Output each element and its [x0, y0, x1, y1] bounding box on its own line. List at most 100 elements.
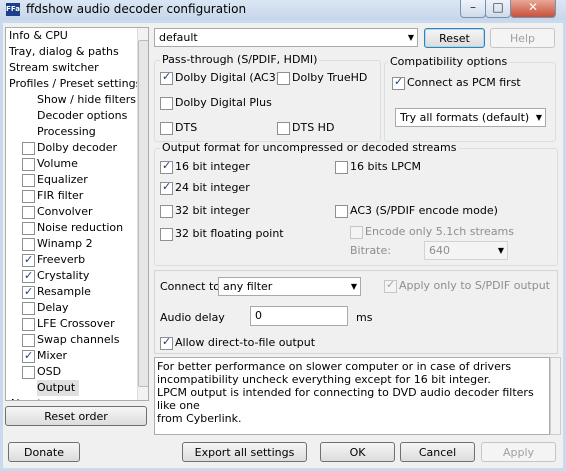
audio-delay-label: Audio delay	[160, 311, 225, 324]
bitrate-select[interactable]: 640 ▼	[424, 241, 508, 260]
tree-item-checkbox[interactable]	[22, 222, 35, 235]
tree-item-label: About	[9, 396, 46, 400]
preset-select[interactable]: default ▼	[154, 28, 418, 47]
reset-order-button[interactable]: Reset order	[5, 406, 147, 426]
connect-to-value: any filter	[223, 280, 273, 293]
spdif-only-checkbox[interactable]	[384, 278, 397, 293]
tree-item-label: LFE Crossover	[37, 317, 115, 330]
tree-item-checkbox[interactable]	[22, 268, 35, 284]
formats-select[interactable]: Try all formats (default) ▼	[395, 108, 546, 127]
tree-item-checkbox[interactable]	[22, 318, 35, 331]
tree-item-label: Crystality	[37, 269, 90, 282]
tree-item-checkbox[interactable]	[22, 206, 35, 219]
ac3-encode-checkbox[interactable]	[335, 205, 348, 218]
ok-button[interactable]: OK	[320, 442, 395, 462]
preset-value: default	[159, 31, 198, 44]
tree-item-checkbox[interactable]	[22, 366, 35, 379]
dts-hd-label: DTS HD	[292, 121, 335, 134]
tree-item-label: Volume	[37, 157, 78, 170]
tree-item-checkbox[interactable]	[22, 174, 35, 187]
info-text-box: For better performance on slower compute…	[154, 357, 550, 435]
dts-label: DTS	[175, 121, 198, 134]
int32-checkbox[interactable]	[160, 205, 173, 218]
ac3-encode-label: AC3 (S/PDIF encode mode)	[350, 204, 498, 217]
tree-item-checkbox[interactable]	[22, 142, 35, 155]
chevron-down-icon: ▼	[350, 282, 357, 291]
tree-scroll-thumb[interactable]	[138, 40, 148, 387]
encode-51-label: Encode only 5.1ch streams	[365, 225, 514, 238]
settings-tree[interactable]: Info & CPU Tray, dialog & paths Stream swi…	[5, 27, 149, 401]
tree-item-label: Dolby decoder	[37, 141, 118, 154]
tree-item-label: Output	[37, 380, 80, 396]
cancel-button[interactable]: Cancel	[400, 442, 475, 462]
info-line: incompatibility uncheck everything excep…	[157, 373, 491, 386]
info-line: from Cyberlink.	[157, 412, 242, 425]
tree-item-checkbox[interactable]	[22, 238, 35, 251]
tree-item-checkbox[interactable]	[22, 190, 35, 203]
tree-item-label: Resample	[37, 285, 91, 298]
int24-checkbox[interactable]	[160, 180, 173, 195]
dolby-truehd-label: Dolby TrueHD	[292, 71, 368, 84]
reset-button[interactable]: Reset	[424, 28, 485, 48]
int24-label: 24 bit integer	[175, 181, 250, 194]
apply-button[interactable]: Apply	[481, 442, 556, 462]
spdif-only-label: Apply only to S/PDIF output	[399, 279, 550, 292]
encode-51-checkbox[interactable]	[350, 226, 363, 239]
formats-value: Try all formats (default)	[400, 111, 530, 124]
chevron-down-icon: ▼	[407, 33, 414, 42]
direct-file-checkbox[interactable]	[160, 335, 173, 350]
tree-item-checkbox[interactable]	[22, 284, 35, 300]
connect-to-select[interactable]: any filter ▼	[218, 277, 361, 296]
donate-button[interactable]: Donate	[8, 442, 80, 462]
lpcm16-checkbox[interactable]	[335, 161, 348, 174]
dts-checkbox[interactable]	[160, 122, 173, 135]
connect-pcm-label: Connect as PCM first	[407, 76, 521, 89]
help-button[interactable]: Help	[490, 28, 555, 48]
compat-title: Compatibility options	[388, 55, 510, 68]
bitrate-value: 640	[429, 244, 450, 257]
tree-item-checkbox[interactable]	[22, 334, 35, 347]
tree-item-label: Mixer	[37, 349, 68, 362]
audio-delay-unit: ms	[356, 311, 373, 324]
dolby-digital-checkbox[interactable]	[160, 70, 173, 85]
tree-item-checkbox[interactable]	[22, 302, 35, 315]
connect-to-label: Connect to:	[160, 280, 224, 293]
dolby-truehd-checkbox[interactable]	[277, 72, 290, 85]
int32-label: 32 bit integer	[175, 204, 250, 217]
maximize-button[interactable]: □	[485, 0, 511, 18]
dts-hd-checkbox[interactable]	[277, 122, 290, 135]
tree-item-label: Profiles / Preset settings	[9, 77, 142, 90]
dolby-digital-plus-checkbox[interactable]	[160, 97, 173, 110]
connect-pcm-checkbox[interactable]	[392, 75, 405, 90]
float32-checkbox[interactable]	[160, 228, 173, 241]
info-line: For better performance on slower compute…	[157, 360, 512, 373]
dolby-digital-plus-label: Dolby Digital Plus	[175, 96, 272, 109]
tree-item-label: Noise reduction	[37, 221, 124, 234]
tree-item-label: Info & CPU	[9, 29, 68, 42]
window-title: ffdshow audio decoder configuration	[26, 2, 247, 16]
lpcm16-label: 16 bits LPCM	[350, 160, 422, 173]
tree-item-label: Processing	[37, 125, 96, 138]
int16-label: 16 bit integer	[175, 160, 250, 173]
tree-item-checkbox[interactable]	[22, 158, 35, 171]
tree-item-label: Decoder options	[37, 109, 128, 122]
info-scrollbar[interactable]	[550, 357, 561, 435]
tree-item-label: Tray, dialog & paths	[9, 45, 119, 58]
dolby-digital-label: Dolby Digital (AC3)	[175, 71, 281, 84]
int16-checkbox[interactable]	[160, 159, 173, 174]
tree-item-label: Show / hide filters	[37, 93, 136, 106]
tree-item-checkbox[interactable]	[22, 252, 35, 268]
minimize-button[interactable]: –	[460, 0, 486, 18]
bitrate-label: Bitrate:	[350, 244, 391, 257]
tree-item-label: Delay	[37, 301, 69, 314]
close-button[interactable]: ✕	[510, 0, 556, 18]
tree-item-label: FIR filter	[37, 189, 84, 202]
tree-item-checkbox[interactable]	[22, 348, 35, 364]
tree-item-label: Convolver	[37, 205, 93, 218]
passthrough-title: Pass-through (S/PDIF, HDMI)	[160, 53, 320, 66]
app-icon: FFa	[6, 3, 20, 16]
tree-item-label: Equalizer	[37, 173, 88, 186]
float32-label: 32 bit floating point	[175, 227, 284, 240]
export-settings-button[interactable]: Export all settings	[182, 442, 307, 462]
audio-delay-input[interactable]: 0	[250, 306, 348, 326]
